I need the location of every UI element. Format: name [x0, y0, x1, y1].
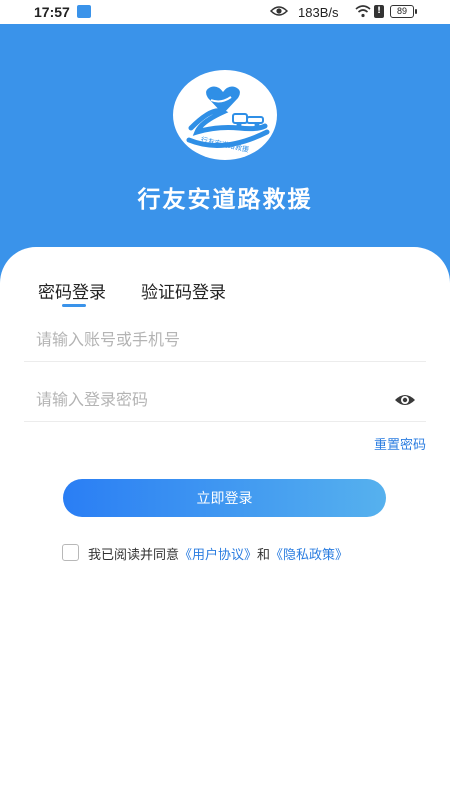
- alert-icon: !: [374, 5, 384, 18]
- agreement-prefix: 我已阅读并同意: [88, 548, 180, 563]
- password-input[interactable]: [36, 390, 376, 409]
- account-input[interactable]: [36, 330, 376, 349]
- status-time: 17:57: [34, 4, 70, 20]
- app-logo: 行友安道路救援: [173, 70, 277, 160]
- reset-password-link[interactable]: 重置密码: [374, 434, 426, 453]
- status-bar: 17:57 183B/s ! 89: [0, 0, 450, 24]
- tab-password-login[interactable]: 密码登录: [38, 278, 106, 303]
- login-button[interactable]: 立即登录: [63, 479, 386, 517]
- eye-icon: [269, 5, 289, 21]
- app-name: 行友安道路救援: [137, 187, 313, 213]
- agreement-text: 我已阅读并同意《用户协议》和《隐私政策》: [88, 544, 348, 563]
- active-tab-indicator: [62, 304, 86, 307]
- agreement-checkbox[interactable]: [62, 544, 79, 561]
- agreement-conjunction: 和: [257, 548, 271, 563]
- network-speed: 183B/s: [298, 5, 339, 20]
- privacy-policy-link[interactable]: 《隐私政策》: [270, 548, 348, 563]
- app-notification-icon: [77, 5, 91, 18]
- user-agreement-link[interactable]: 《用户协议》: [179, 548, 257, 563]
- wifi-icon: [355, 4, 371, 22]
- password-field: [24, 382, 426, 422]
- account-field: [24, 322, 426, 362]
- battery-icon: 89: [390, 5, 417, 18]
- logo-text: 行友安道路救援: [200, 135, 250, 154]
- show-password-icon[interactable]: [394, 392, 416, 412]
- tab-sms-login[interactable]: 验证码登录: [141, 278, 226, 303]
